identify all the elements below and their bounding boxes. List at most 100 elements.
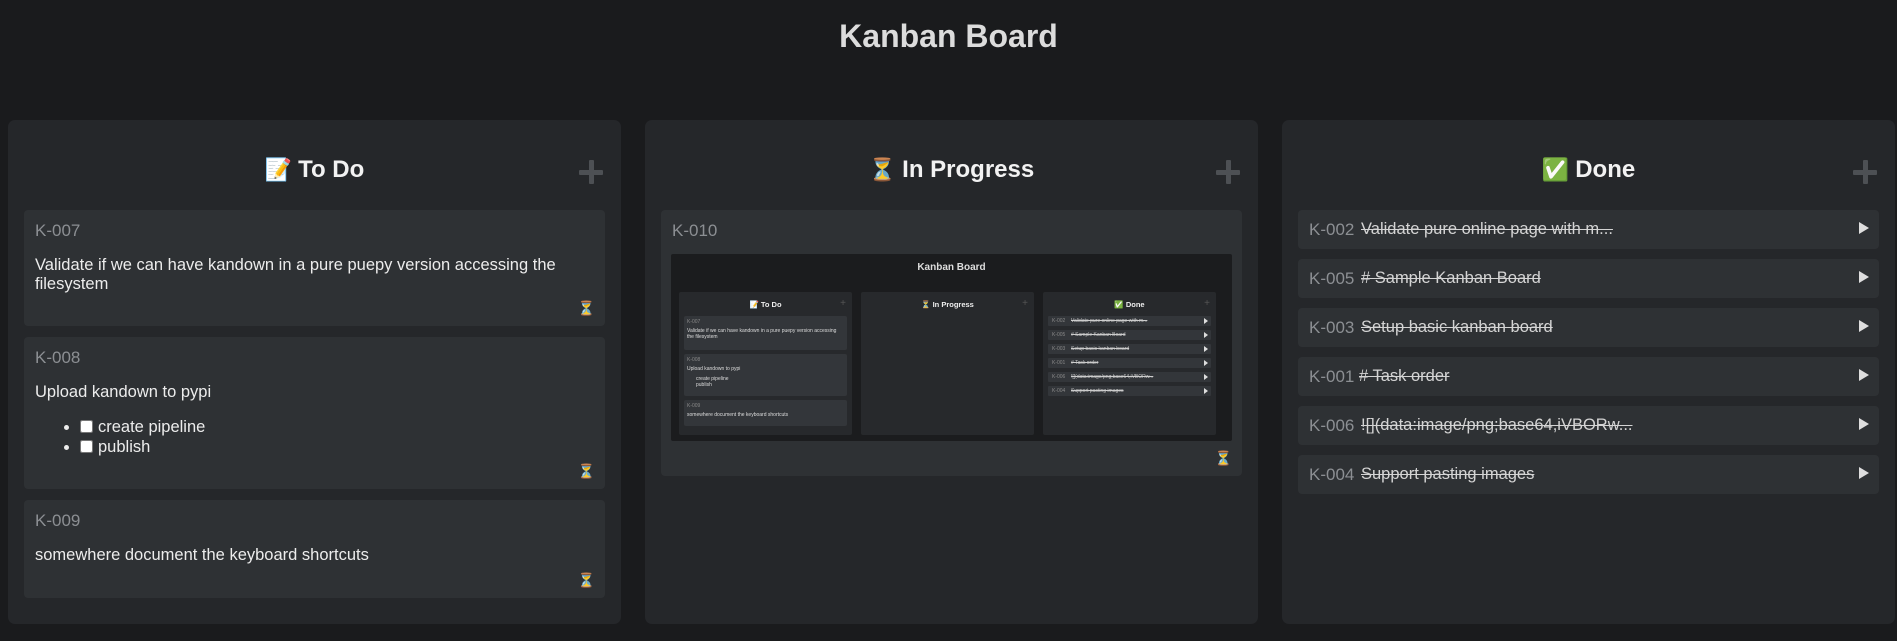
screenshot-done-row: K-006 ![](data:image/png;base64,iVBORw... xyxy=(1048,372,1211,382)
screenshot-checklist-item: publish xyxy=(696,382,712,388)
screenshot-row-id: K-006 xyxy=(1052,374,1066,380)
card-id: K-008 xyxy=(35,348,81,367)
done-item-text: # Sample Kanban Board xyxy=(1361,269,1541,287)
done-item-id: K-006 xyxy=(1309,416,1355,435)
page-title: Kanban Board xyxy=(839,18,1058,54)
task-card[interactable]: K-007 Validate if we can have kandown in… xyxy=(24,210,605,326)
task-card[interactable]: K-009 somewhere document the keyboard sh… xyxy=(24,500,605,598)
card-text: Validate if we can have kandown in a pur… xyxy=(35,256,556,293)
done-item[interactable]: K-003 Setup basic kanban board xyxy=(1298,308,1879,347)
hourglass-icon: ⏳ xyxy=(868,157,897,182)
column-done: ✅ Done K-002 Validate pure online page wi… xyxy=(1282,120,1895,624)
screenshot-card: K-007 Validate if we can have kandown in… xyxy=(684,316,847,350)
memo-icon: 📝 xyxy=(264,157,293,182)
column-todo: 📝 To Do K-007 Validate if we can have kan… xyxy=(8,120,621,624)
column-title-done: Done xyxy=(1575,156,1636,183)
done-item-text: Support pasting images xyxy=(1361,465,1535,483)
plus-icon: + xyxy=(1204,298,1210,309)
done-item[interactable]: K-004 Support pasting images xyxy=(1298,455,1879,494)
screenshot-column-in-progress: ⏳ In Progress + xyxy=(861,292,1034,435)
done-item-id: K-001 xyxy=(1309,367,1355,386)
done-item[interactable]: K-006 ![](data:image/png;base64,iVBORw..… xyxy=(1298,406,1879,445)
screenshot-row-id: K-002 xyxy=(1052,318,1066,324)
column-header-done: ✅ Done xyxy=(1282,156,1895,184)
play-icon[interactable] xyxy=(1859,222,1869,234)
screenshot-card-text: somewhere document the keyboard shortcut… xyxy=(687,412,789,418)
column-title-todo: To Do xyxy=(298,156,365,183)
checklist-label: publish xyxy=(98,438,151,456)
screenshot-column-todo: 📝 To Do + K-007 Validate if we can have … xyxy=(679,292,852,435)
add-card-button-todo[interactable] xyxy=(579,160,603,184)
add-card-button-in-progress[interactable] xyxy=(1216,160,1240,184)
screenshot-column-title: ✅ Done xyxy=(1114,300,1145,309)
screenshot-done-row: K-005 # Sample Kanban Board xyxy=(1048,330,1211,340)
card-id: K-007 xyxy=(35,221,81,240)
done-item[interactable]: K-001 # Task order xyxy=(1298,357,1879,396)
checklist-item: publish xyxy=(80,437,205,457)
screenshot-card: K-009 somewhere document the keyboard sh… xyxy=(684,400,847,426)
screenshot-card-id: K-008 xyxy=(687,357,701,363)
play-icon xyxy=(1204,374,1208,380)
screenshot-row-text: Setup basic kanban board xyxy=(1071,346,1130,352)
play-icon xyxy=(1204,388,1208,394)
checklist-checkbox[interactable] xyxy=(80,440,93,453)
screenshot-done-row: K-004 Support pasting images xyxy=(1048,386,1211,396)
done-item-id: K-005 xyxy=(1309,269,1355,288)
screenshot-card-id: K-009 xyxy=(687,403,701,409)
checklist: create pipeline publish xyxy=(52,417,205,457)
hourglass-icon[interactable]: ⏳ xyxy=(578,463,595,480)
play-icon xyxy=(1204,346,1208,352)
screenshot-row-id: K-005 xyxy=(1052,332,1066,338)
checklist-item: create pipeline xyxy=(80,417,205,437)
screenshot-row-id: K-004 xyxy=(1052,388,1066,394)
done-item[interactable]: K-005 # Sample Kanban Board xyxy=(1298,259,1879,298)
add-card-button-done[interactable] xyxy=(1853,160,1877,184)
play-icon xyxy=(1204,318,1208,324)
embedded-screenshot: Kanban Board 📝 To Do + K-007 Validate if… xyxy=(671,254,1232,441)
column-header-in-progress: ⏳ In Progress xyxy=(645,156,1258,184)
play-icon[interactable] xyxy=(1859,271,1869,283)
screenshot-row-id: K-001 xyxy=(1052,360,1066,366)
screenshot-done-row: K-001 # Task order xyxy=(1048,358,1211,368)
screenshot-card-text: Validate if we can have kandown in a pur… xyxy=(687,328,837,340)
done-item-text: # Task order xyxy=(1359,367,1450,385)
hourglass-icon[interactable]: ⏳ xyxy=(578,300,595,317)
screenshot-column-done: ✅ Done + K-002 Validate pure online page … xyxy=(1043,292,1216,435)
screenshot-column-title: ⏳ In Progress xyxy=(921,300,974,309)
checklist-label: create pipeline xyxy=(98,418,206,436)
play-icon[interactable] xyxy=(1859,369,1869,381)
checklist-checkbox[interactable] xyxy=(80,420,93,433)
column-header-todo: 📝 To Do xyxy=(8,156,621,184)
screenshot-column-title: 📝 To Do xyxy=(749,300,782,309)
plus-icon: + xyxy=(1022,298,1028,309)
done-item-id: K-004 xyxy=(1309,465,1355,484)
card-id: K-010 xyxy=(672,221,718,240)
done-item-text: ![](data:image/png;base64,iVBORw... xyxy=(1361,416,1633,434)
play-icon xyxy=(1204,332,1208,338)
play-icon[interactable] xyxy=(1859,418,1869,430)
plus-icon: + xyxy=(840,298,846,309)
screenshot-row-text: # Task order xyxy=(1071,360,1099,366)
card-id: K-009 xyxy=(35,511,81,530)
card-text: somewhere document the keyboard shortcut… xyxy=(35,546,369,564)
hourglass-icon[interactable]: ⏳ xyxy=(578,572,595,589)
done-item-text: Setup basic kanban board xyxy=(1361,318,1553,336)
screenshot-row-id: K-003 xyxy=(1052,346,1066,352)
column-in-progress: ⏳ In Progress K-010 Kanban Board 📝 To Do … xyxy=(645,120,1258,624)
screenshot-done-row: K-003 Setup basic kanban board xyxy=(1048,344,1211,354)
play-icon[interactable] xyxy=(1859,320,1869,332)
screenshot-card-text: Upload kandown to pypi xyxy=(687,366,741,372)
screenshot-done-row: K-002 Validate pure online page with m... xyxy=(1048,316,1211,326)
done-item-id: K-003 xyxy=(1309,318,1355,337)
done-item-text: Validate pure online page with m... xyxy=(1361,220,1613,238)
done-item[interactable]: K-002 Validate pure online page with m..… xyxy=(1298,210,1879,249)
done-item-id: K-002 xyxy=(1309,220,1355,239)
screenshot-card-id: K-007 xyxy=(687,319,701,325)
play-icon[interactable] xyxy=(1859,467,1869,479)
hourglass-icon[interactable]: ⏳ xyxy=(1215,450,1232,467)
task-card[interactable]: K-010 Kanban Board 📝 To Do + K-007 Valid… xyxy=(661,210,1242,476)
play-icon xyxy=(1204,360,1208,366)
screenshot-row-text: # Sample Kanban Board xyxy=(1071,332,1126,338)
card-text: Upload kandown to pypi xyxy=(35,383,212,401)
task-card[interactable]: K-008 Upload kandown to pypi create pipe… xyxy=(24,337,605,489)
